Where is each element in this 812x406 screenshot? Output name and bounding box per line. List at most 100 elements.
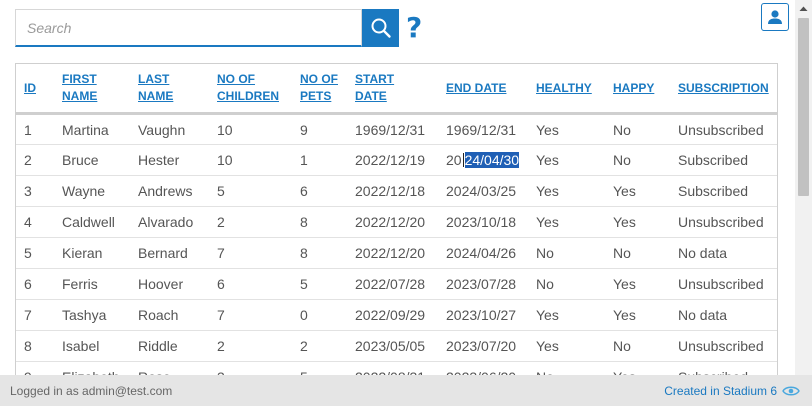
table-cell: Hester [138, 152, 180, 168]
column-header[interactable]: LAST NAME [130, 64, 209, 114]
table-cell: Rose [130, 362, 209, 375]
column-header-label: END DATE [446, 80, 507, 95]
table-row[interactable]: 8 Isabel Riddle 2 2 2023/05/05 2023/07/20 Yes No… [16, 331, 777, 362]
table-cell: 8 [300, 214, 308, 230]
table-cell: Yes [613, 214, 636, 230]
column-header-label: LAST [138, 72, 170, 86]
table-cell: Yes [536, 338, 559, 354]
table-cell: Caldwell [62, 214, 115, 230]
table-cell: Andrews [138, 183, 193, 199]
column-header[interactable]: HAPPY [605, 64, 670, 114]
scroll-up-arrow-icon[interactable] [795, 0, 812, 17]
table-cell: 2024/03/25 [446, 183, 517, 199]
table-row[interactable]: 9ElizabethRose352022/08/312023/06/20NoYe… [16, 362, 777, 375]
selected-text: 24/04/30 [464, 152, 520, 168]
table-cell: 6 [300, 183, 308, 199]
table-cell: 6 [24, 276, 32, 292]
table-cell: No data [678, 307, 728, 323]
table-cell: No [536, 245, 554, 261]
search-icon [371, 18, 391, 38]
table-row[interactable]: 6 Ferris Hoover 6 5 2022/07/28 2023/07/28 No Yes… [16, 269, 777, 300]
table-cell: 5 [24, 245, 32, 261]
table-cell: Tashya [62, 307, 107, 323]
logged-in-status: Logged in as admin@test.com [10, 383, 173, 398]
column-header[interactable]: NO OF PETS [292, 64, 347, 114]
table-cell: Kieran [62, 245, 103, 261]
table-row[interactable]: 1 Martina Vaughn 10 9 1969/12/31 1969/12/31 Yes… [16, 114, 777, 145]
column-header-label: NAME [138, 89, 174, 103]
table-cell: Subscribed [678, 183, 749, 199]
column-header[interactable]: FIRST NAME [54, 64, 130, 114]
table-cell: Bernard [138, 245, 188, 261]
table-cell: 2023/07/20 [446, 338, 517, 354]
table-cell: Riddle [138, 338, 178, 354]
table-cell: 7 [217, 245, 225, 261]
created-in-link[interactable]: Created in Stadium 6 [664, 384, 800, 398]
column-header-label: CHILDREN [217, 89, 279, 103]
created-in-text: Created in Stadium 6 [664, 383, 777, 398]
column-header-label: NO OF [217, 72, 255, 86]
table-cell: 3 [209, 362, 292, 375]
eye-icon [782, 386, 800, 395]
table-cell: No [613, 121, 631, 138]
table-cell: Hoover [138, 276, 184, 292]
table-cell: No [613, 152, 631, 168]
table-cell: 7 [24, 307, 32, 323]
column-header[interactable]: HEALTHY [528, 64, 605, 114]
table-cell: 9 [16, 362, 54, 375]
table-row[interactable]: 5 Kieran Bernard 7 8 2022/12/20 2024/04/26 No No… [16, 238, 777, 269]
column-header[interactable]: SUBSCRIPTION [670, 64, 777, 114]
table-cell: Ferris [62, 276, 98, 292]
table-cell[interactable]: 20 24/04/30 [438, 145, 528, 176]
table-cell: 2 [24, 152, 32, 168]
table-cell: 2022/08/31 [347, 362, 438, 375]
column-header-label: SUBSCRIPTION [678, 80, 769, 95]
column-header[interactable]: END DATE [438, 64, 528, 114]
table-cell: 7 [217, 307, 225, 323]
column-header[interactable]: START DATE [347, 64, 438, 114]
column-header-label: HEALTHY [536, 80, 592, 95]
user-button[interactable] [761, 3, 789, 31]
table-cell: Bruce [62, 152, 99, 168]
table-row[interactable]: 4 Caldwell Alvarado 2 8 2022/12/20 2023/10/18 Y… [16, 207, 777, 238]
table-cell: 2023/07/28 [446, 276, 517, 292]
vertical-scrollbar[interactable] [795, 0, 812, 375]
column-header-label: FIRST [62, 72, 97, 86]
search-button[interactable] [362, 9, 399, 47]
table-cell: Isabel [62, 338, 100, 354]
table-cell: 0 [300, 307, 308, 323]
question-icon: ? [406, 11, 423, 44]
table-cell: No data [678, 245, 728, 261]
table-cell: Unsubscribed [678, 338, 764, 354]
table-cell: Vaughn [138, 121, 186, 138]
help-button[interactable]: ? [406, 11, 422, 45]
table-cell: 1969/12/31 [355, 121, 426, 138]
column-header[interactable]: NO OF CHILDREN [209, 64, 292, 114]
table-cell: Yes [536, 214, 559, 230]
table-cell: 2024/04/26 [446, 245, 517, 261]
table-cell: 2 [300, 338, 308, 354]
table-cell: 10 [217, 152, 233, 168]
table-cell: No [613, 338, 631, 354]
table-cell: 2022/07/28 [355, 276, 426, 292]
table-row[interactable]: 7 Tashya Roach 7 0 2022/09/29 2023/10/27 Yes Yes… [16, 300, 777, 331]
column-header-label: NAME [62, 89, 98, 103]
search-input[interactable] [16, 10, 361, 45]
table-cell: Roach [138, 307, 179, 323]
table-cell: Yes [613, 183, 636, 199]
table-cell: 2022/12/20 [355, 245, 426, 261]
table-cell: 8 [300, 245, 308, 261]
footer-bar: Logged in as admin@test.com Created in S… [0, 375, 812, 406]
column-header[interactable]: ID [16, 64, 54, 114]
table-row[interactable]: 3 Wayne Andrews 5 6 2022/12/18 2024/03/25 Yes Ye… [16, 176, 777, 207]
scrollbar-thumb[interactable] [798, 18, 809, 196]
table-cell: 2022/12/18 [355, 183, 426, 199]
search-bar[interactable] [15, 9, 362, 47]
table-cell: 1 [300, 152, 308, 168]
column-header-label: NO OF [300, 72, 338, 86]
table-cell: Yes [536, 307, 559, 323]
table-cell: Unsubscribed [678, 214, 764, 230]
table-cell: 2022/12/20 [355, 214, 426, 230]
table-row[interactable]: 2 Bruce Hester 10 1 2022/12/19 20 24/04/30 Yes No… [16, 145, 777, 176]
table-cell: Wayne [62, 183, 106, 199]
